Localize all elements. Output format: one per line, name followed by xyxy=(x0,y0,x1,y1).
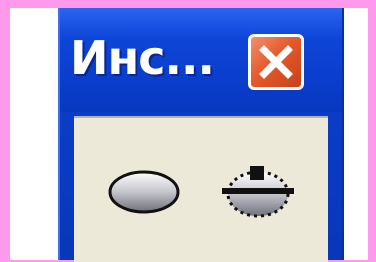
title-bar[interactable]: Инс... xyxy=(60,8,342,112)
ellipse-icon xyxy=(108,170,180,214)
ellipse-selection-tool-button[interactable] xyxy=(218,158,298,222)
window-title: Инс... xyxy=(70,31,215,85)
ellipse-selection-icon xyxy=(222,166,294,218)
close-icon xyxy=(259,45,293,79)
tool-window: Инс... xyxy=(58,8,344,262)
ellipse-tool-button[interactable] xyxy=(104,158,184,222)
close-button[interactable] xyxy=(248,34,304,90)
tool-panel xyxy=(74,116,328,262)
